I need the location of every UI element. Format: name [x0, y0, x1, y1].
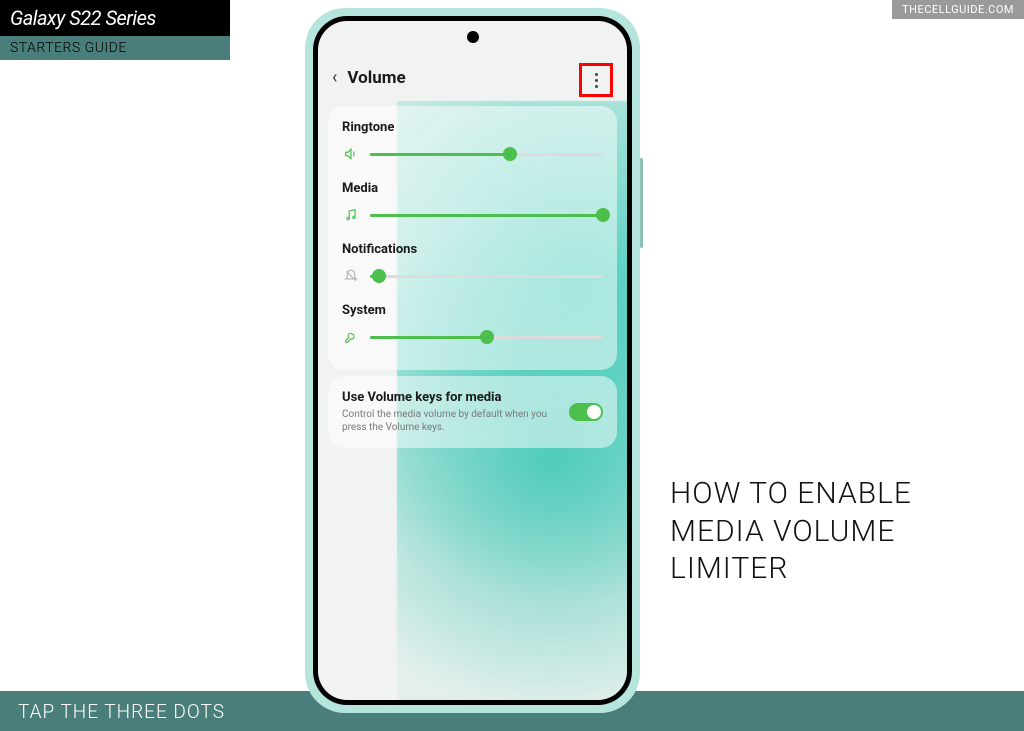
phone-screen: ‹ Volume Ringtone	[318, 21, 627, 700]
branding-series: Galaxy S22 Series	[0, 0, 230, 36]
back-arrow-icon[interactable]: ‹	[332, 67, 337, 88]
music-icon	[342, 208, 360, 222]
volume-sliders-card: Ringtone Me	[328, 106, 617, 370]
ringtone-group: Ringtone	[342, 120, 603, 163]
notifications-slider[interactable]	[370, 267, 603, 285]
toggle-description: Control the media volume by default when…	[342, 408, 557, 434]
media-group: Media	[342, 181, 603, 224]
phone-mockup: ‹ Volume Ringtone	[305, 8, 640, 713]
notifications-label: Notifications	[342, 242, 603, 257]
system-label: System	[342, 303, 603, 318]
toggle-title: Use Volume keys for media	[342, 390, 557, 405]
overflow-menu-icon[interactable]	[595, 73, 598, 88]
phone-bezel: ‹ Volume Ringtone	[313, 16, 632, 705]
header-title: Volume	[347, 68, 405, 88]
highlighted-menu-box	[579, 63, 613, 97]
notifications-group: Notifications	[342, 242, 603, 285]
branding-box: Galaxy S22 Series STARTERS GUIDE	[0, 0, 230, 60]
ringtone-label: Ringtone	[342, 120, 603, 135]
ringtone-slider[interactable]	[370, 145, 603, 163]
media-label: Media	[342, 181, 603, 196]
bell-off-icon	[342, 269, 360, 283]
wrench-icon	[342, 330, 360, 344]
screen-header: ‹ Volume	[318, 55, 627, 100]
watermark: THECELLGUIDE.COM	[892, 0, 1024, 19]
system-group: System	[342, 303, 603, 346]
media-slider[interactable]	[370, 206, 603, 224]
toggle-switch[interactable]	[569, 403, 603, 421]
volume-keys-card[interactable]: Use Volume keys for media Control the me…	[328, 376, 617, 448]
screen-content: ‹ Volume Ringtone	[318, 21, 627, 700]
system-slider[interactable]	[370, 328, 603, 346]
branding-subtitle: STARTERS GUIDE	[0, 36, 230, 60]
front-camera	[467, 31, 479, 43]
instruction-text: TAP THE THREE DOTS	[18, 700, 225, 723]
headline: HOW TO ENABLE MEDIA VOLUME LIMITER	[670, 475, 970, 588]
volume-icon	[342, 147, 360, 161]
phone-side-button	[640, 158, 643, 248]
